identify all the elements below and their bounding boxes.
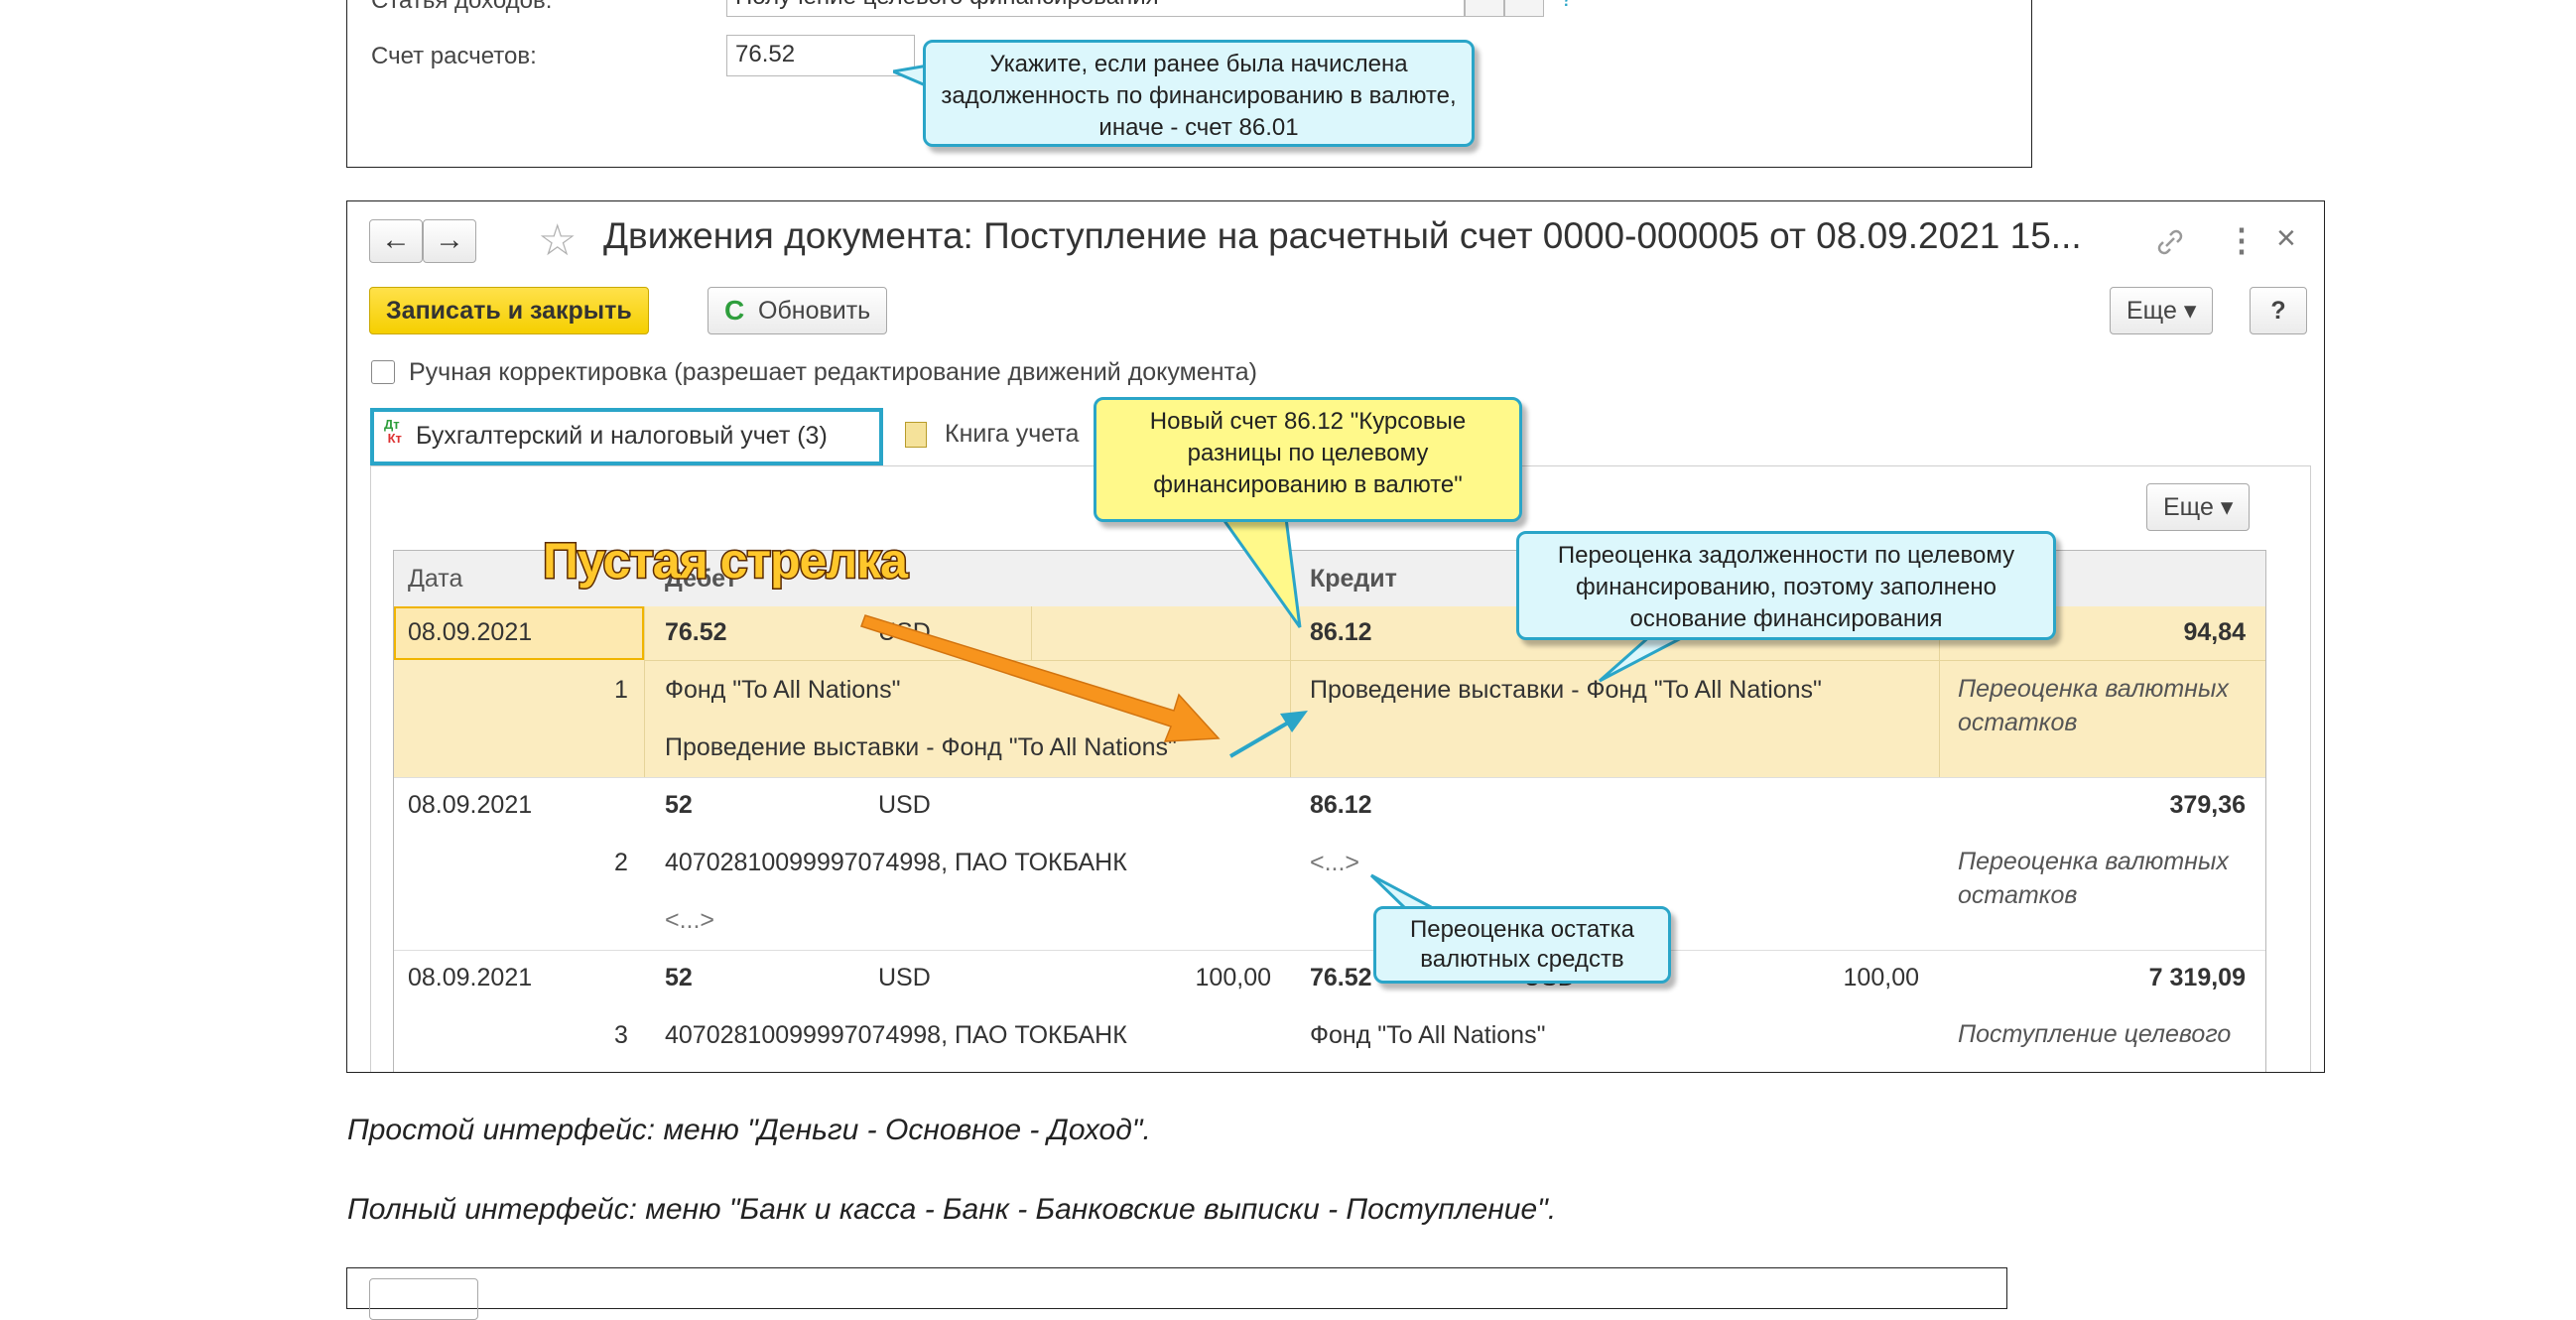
callout-tail-debt (1599, 633, 1688, 683)
empty-arrow-label: Пустая стрелка (542, 532, 910, 591)
callout-tail-cash (1369, 873, 1434, 910)
callout-revaluation-cash: Переоценка остатка валютных средств (1373, 906, 1671, 984)
callout-tail-yellow (1220, 516, 1302, 628)
next-window-fragment (346, 1267, 2007, 1320)
callout-revaluation-debt: Переоценка задолженности по целевому фин… (1516, 531, 2056, 640)
cyan-arrow (1228, 720, 1292, 758)
annotation-arrows (860, 516, 1688, 910)
nav-buttons-fragment (369, 1278, 478, 1320)
caption-simple-interface: Простой интерфейс: меню "Деньги - Основн… (347, 1114, 1151, 1146)
orange-arrow (860, 614, 1221, 742)
caption-full-interface: Полный интерфейс: меню "Банк и касса - Б… (347, 1193, 1557, 1226)
cyan-arrow-head (1280, 711, 1308, 732)
callout-new-account: Новый счет 86.12 "Курсовые разницы по це… (1094, 397, 1522, 522)
